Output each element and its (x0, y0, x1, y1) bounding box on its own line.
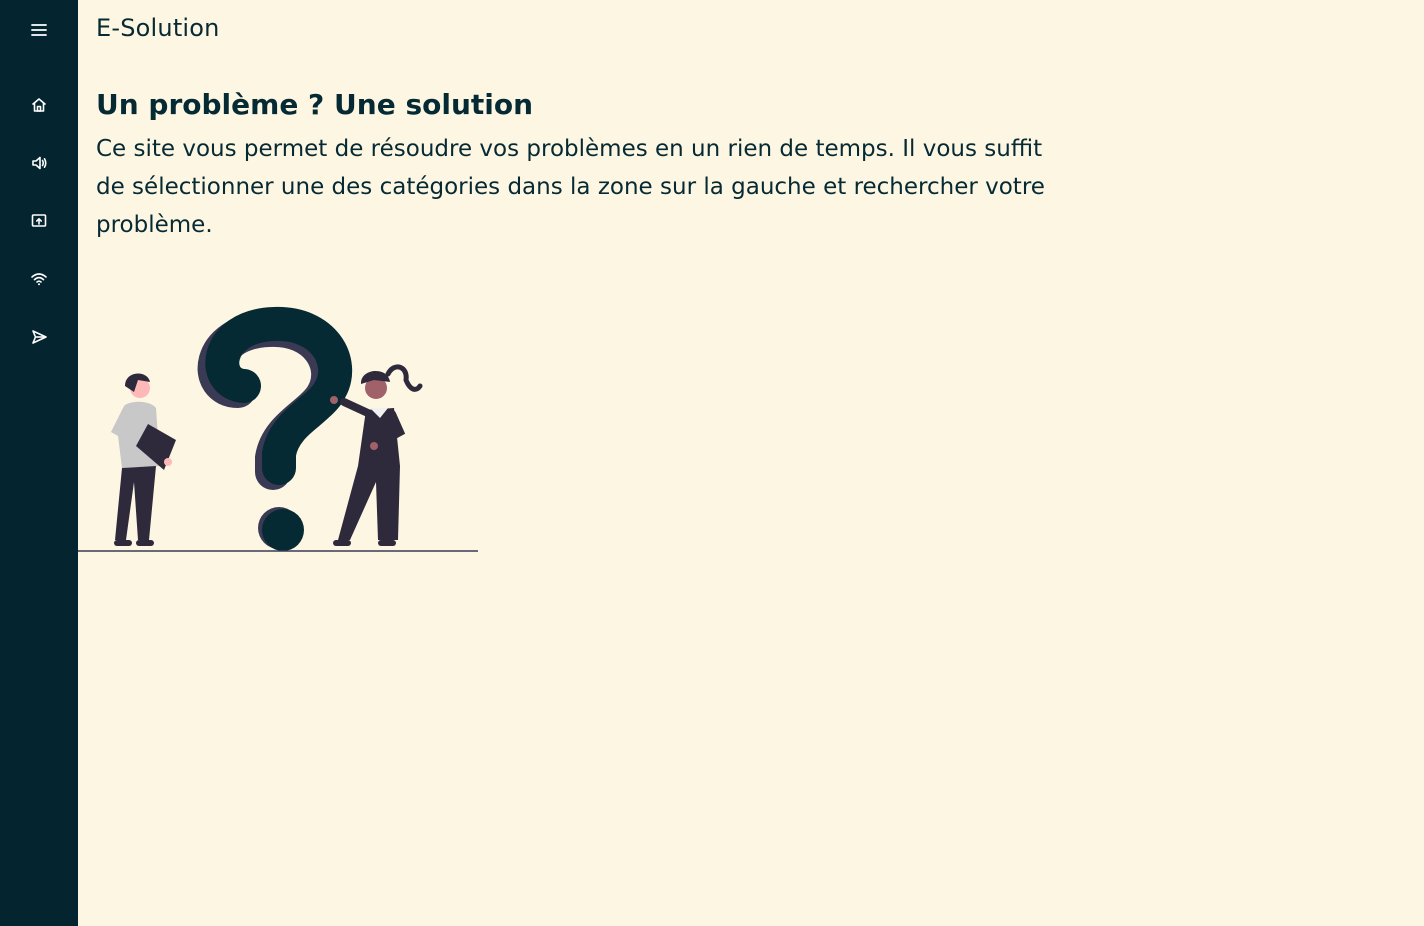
app-title: E-Solution (96, 14, 220, 42)
sidebar (0, 0, 78, 926)
man-figure (111, 373, 176, 546)
menu-icon[interactable] (26, 17, 52, 43)
intro-paragraph: Ce site vous permet de résoudre vos prob… (96, 136, 1045, 238)
home-icon[interactable] (26, 92, 52, 118)
speaker-icon[interactable] (26, 150, 52, 176)
wifi-icon[interactable] (26, 266, 52, 292)
screen-share-icon[interactable] (26, 208, 52, 234)
send-icon[interactable] (26, 324, 52, 350)
main-content: E-Solution Un problème ? Une solution Ce… (78, 0, 1424, 926)
question-illustration (78, 307, 478, 552)
page-headline: Un problème ? Une solution (96, 88, 534, 121)
